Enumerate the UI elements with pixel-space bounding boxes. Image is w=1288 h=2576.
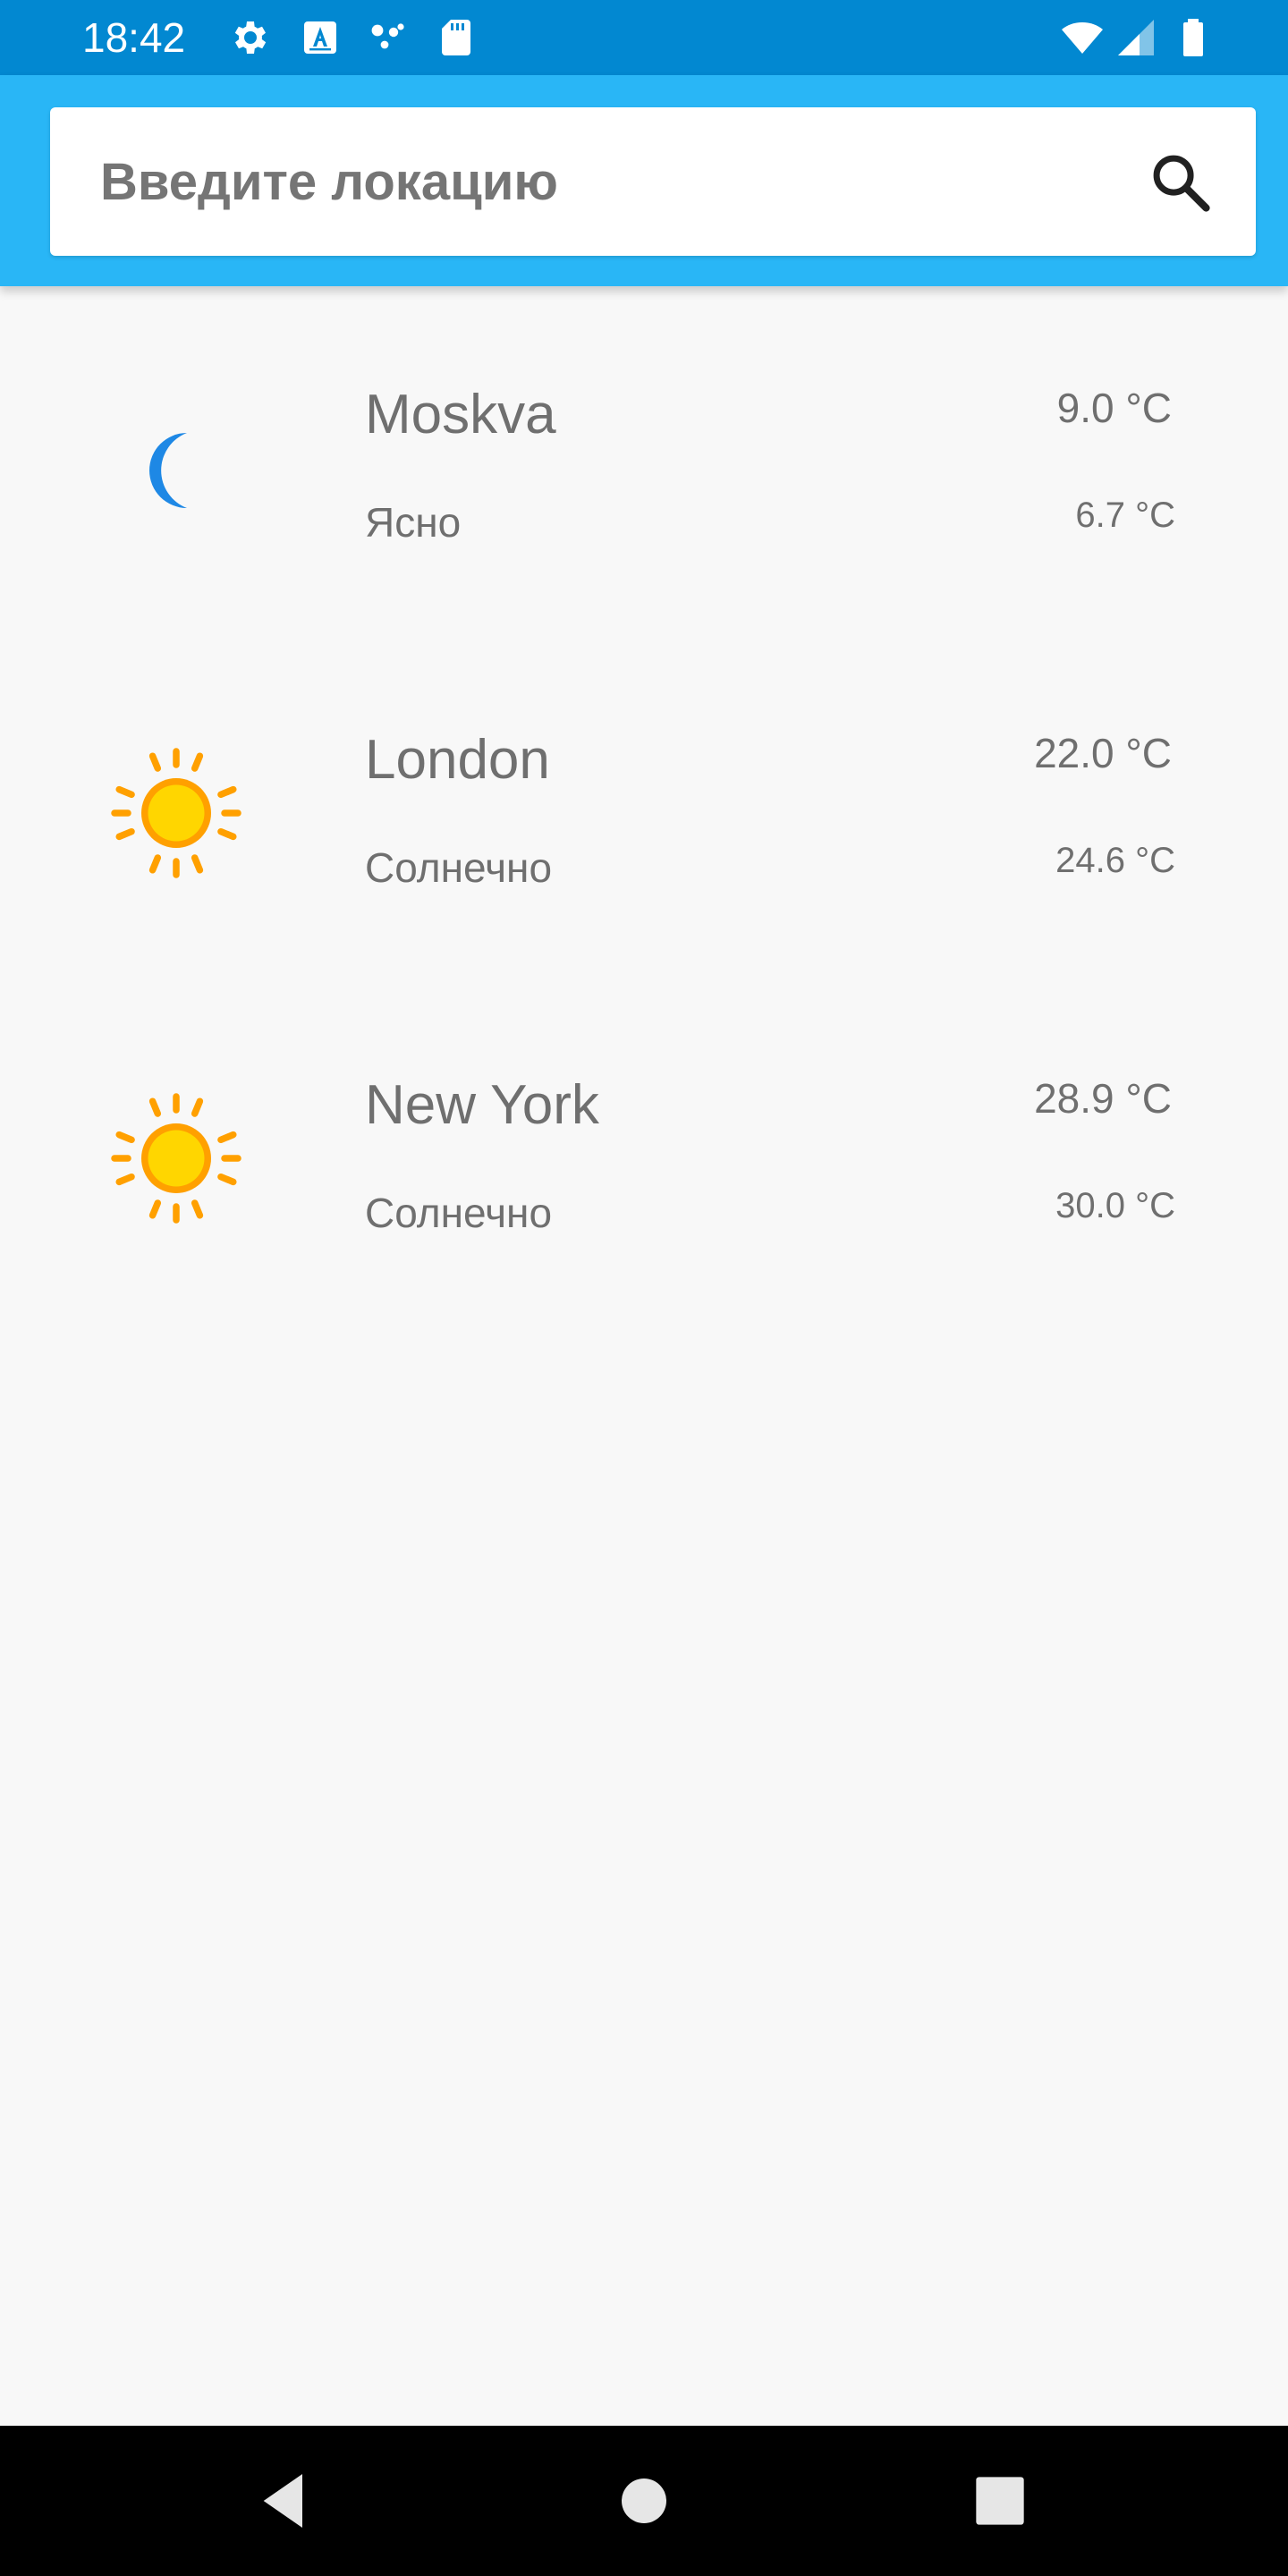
weather-list-item[interactable]: London Солнечно 22.0 °C 24.6 °C bbox=[0, 631, 1288, 977]
search-input[interactable] bbox=[100, 107, 1084, 256]
cell-signal-icon bbox=[1118, 20, 1154, 55]
city-name: Moskva bbox=[365, 384, 556, 445]
sd-card-icon bbox=[442, 20, 470, 55]
home-icon[interactable] bbox=[608, 2465, 680, 2537]
status-time: 18:42 bbox=[82, 14, 186, 61]
battery-icon bbox=[1183, 19, 1203, 56]
sun-icon bbox=[111, 1093, 242, 1224]
wifi-icon bbox=[1062, 22, 1103, 54]
temperature: 28.9 °C bbox=[1034, 1075, 1172, 1122]
keyboard-a-icon bbox=[304, 21, 336, 54]
feels-like-temperature: 24.6 °C bbox=[1055, 841, 1175, 880]
sun-icon bbox=[111, 748, 242, 878]
feels-like-temperature: 6.7 °C bbox=[1075, 496, 1175, 535]
status-bar: 18:42 bbox=[0, 0, 1288, 75]
navigation-bar bbox=[0, 2426, 1288, 2576]
city-name: New York bbox=[365, 1074, 599, 1136]
back-icon[interactable] bbox=[249, 2465, 320, 2537]
app-bar bbox=[0, 75, 1288, 286]
weather-app-screen: 18:42 Введите локацию Moskva Ясно 9.0 °C… bbox=[0, 0, 1288, 2576]
search-icon[interactable] bbox=[1147, 148, 1215, 216]
weather-list-item[interactable]: Moskva Ясно 9.0 °C 6.7 °C bbox=[0, 286, 1288, 631]
gear-icon bbox=[234, 21, 267, 54]
weather-condition: Ясно bbox=[365, 499, 462, 546]
weather-condition: Солнечно bbox=[365, 844, 553, 891]
feels-like-temperature: 30.0 °C bbox=[1055, 1186, 1175, 1225]
recents-icon[interactable] bbox=[964, 2465, 1036, 2537]
temperature: 9.0 °C bbox=[1056, 385, 1172, 431]
city-name: London bbox=[365, 729, 550, 791]
temperature: 22.0 °C bbox=[1034, 730, 1172, 776]
search-box[interactable] bbox=[50, 107, 1256, 256]
weather-list-item[interactable]: New York Солнечно 28.9 °C 30.0 °C bbox=[0, 977, 1288, 1322]
assistant-dots-icon bbox=[371, 23, 404, 49]
weather-condition: Солнечно bbox=[365, 1190, 553, 1236]
moon-icon bbox=[147, 425, 192, 516]
